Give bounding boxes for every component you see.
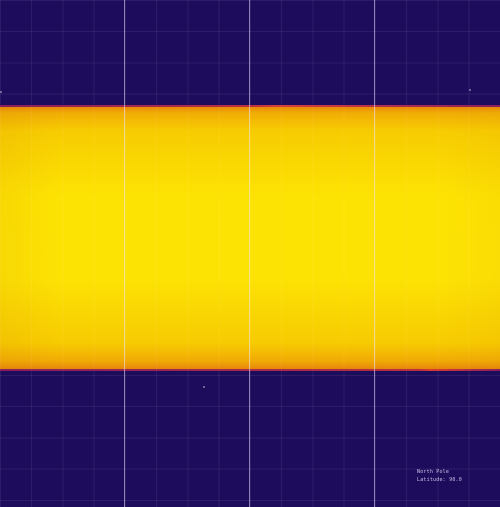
meridian-line bbox=[374, 0, 375, 507]
latitude-value: 90.0 bbox=[449, 477, 462, 483]
location-readout: North Pole Latitude: 90.0 bbox=[417, 468, 462, 484]
band-grid-overlay bbox=[0, 107, 500, 370]
marker-dot bbox=[203, 386, 205, 388]
location-name: North Pole bbox=[417, 469, 450, 475]
insolation-map-canvas[interactable]: North Pole Latitude: 90.0 bbox=[0, 0, 500, 507]
band-bottom-edge bbox=[0, 369, 500, 371]
latitude-label: Latitude: bbox=[417, 477, 446, 483]
meridian-line bbox=[249, 0, 250, 507]
marker-dot bbox=[469, 89, 471, 91]
latitude-row: Latitude: 90.0 bbox=[417, 476, 462, 484]
marker-dot bbox=[0, 91, 2, 93]
meridian-line bbox=[124, 0, 125, 507]
